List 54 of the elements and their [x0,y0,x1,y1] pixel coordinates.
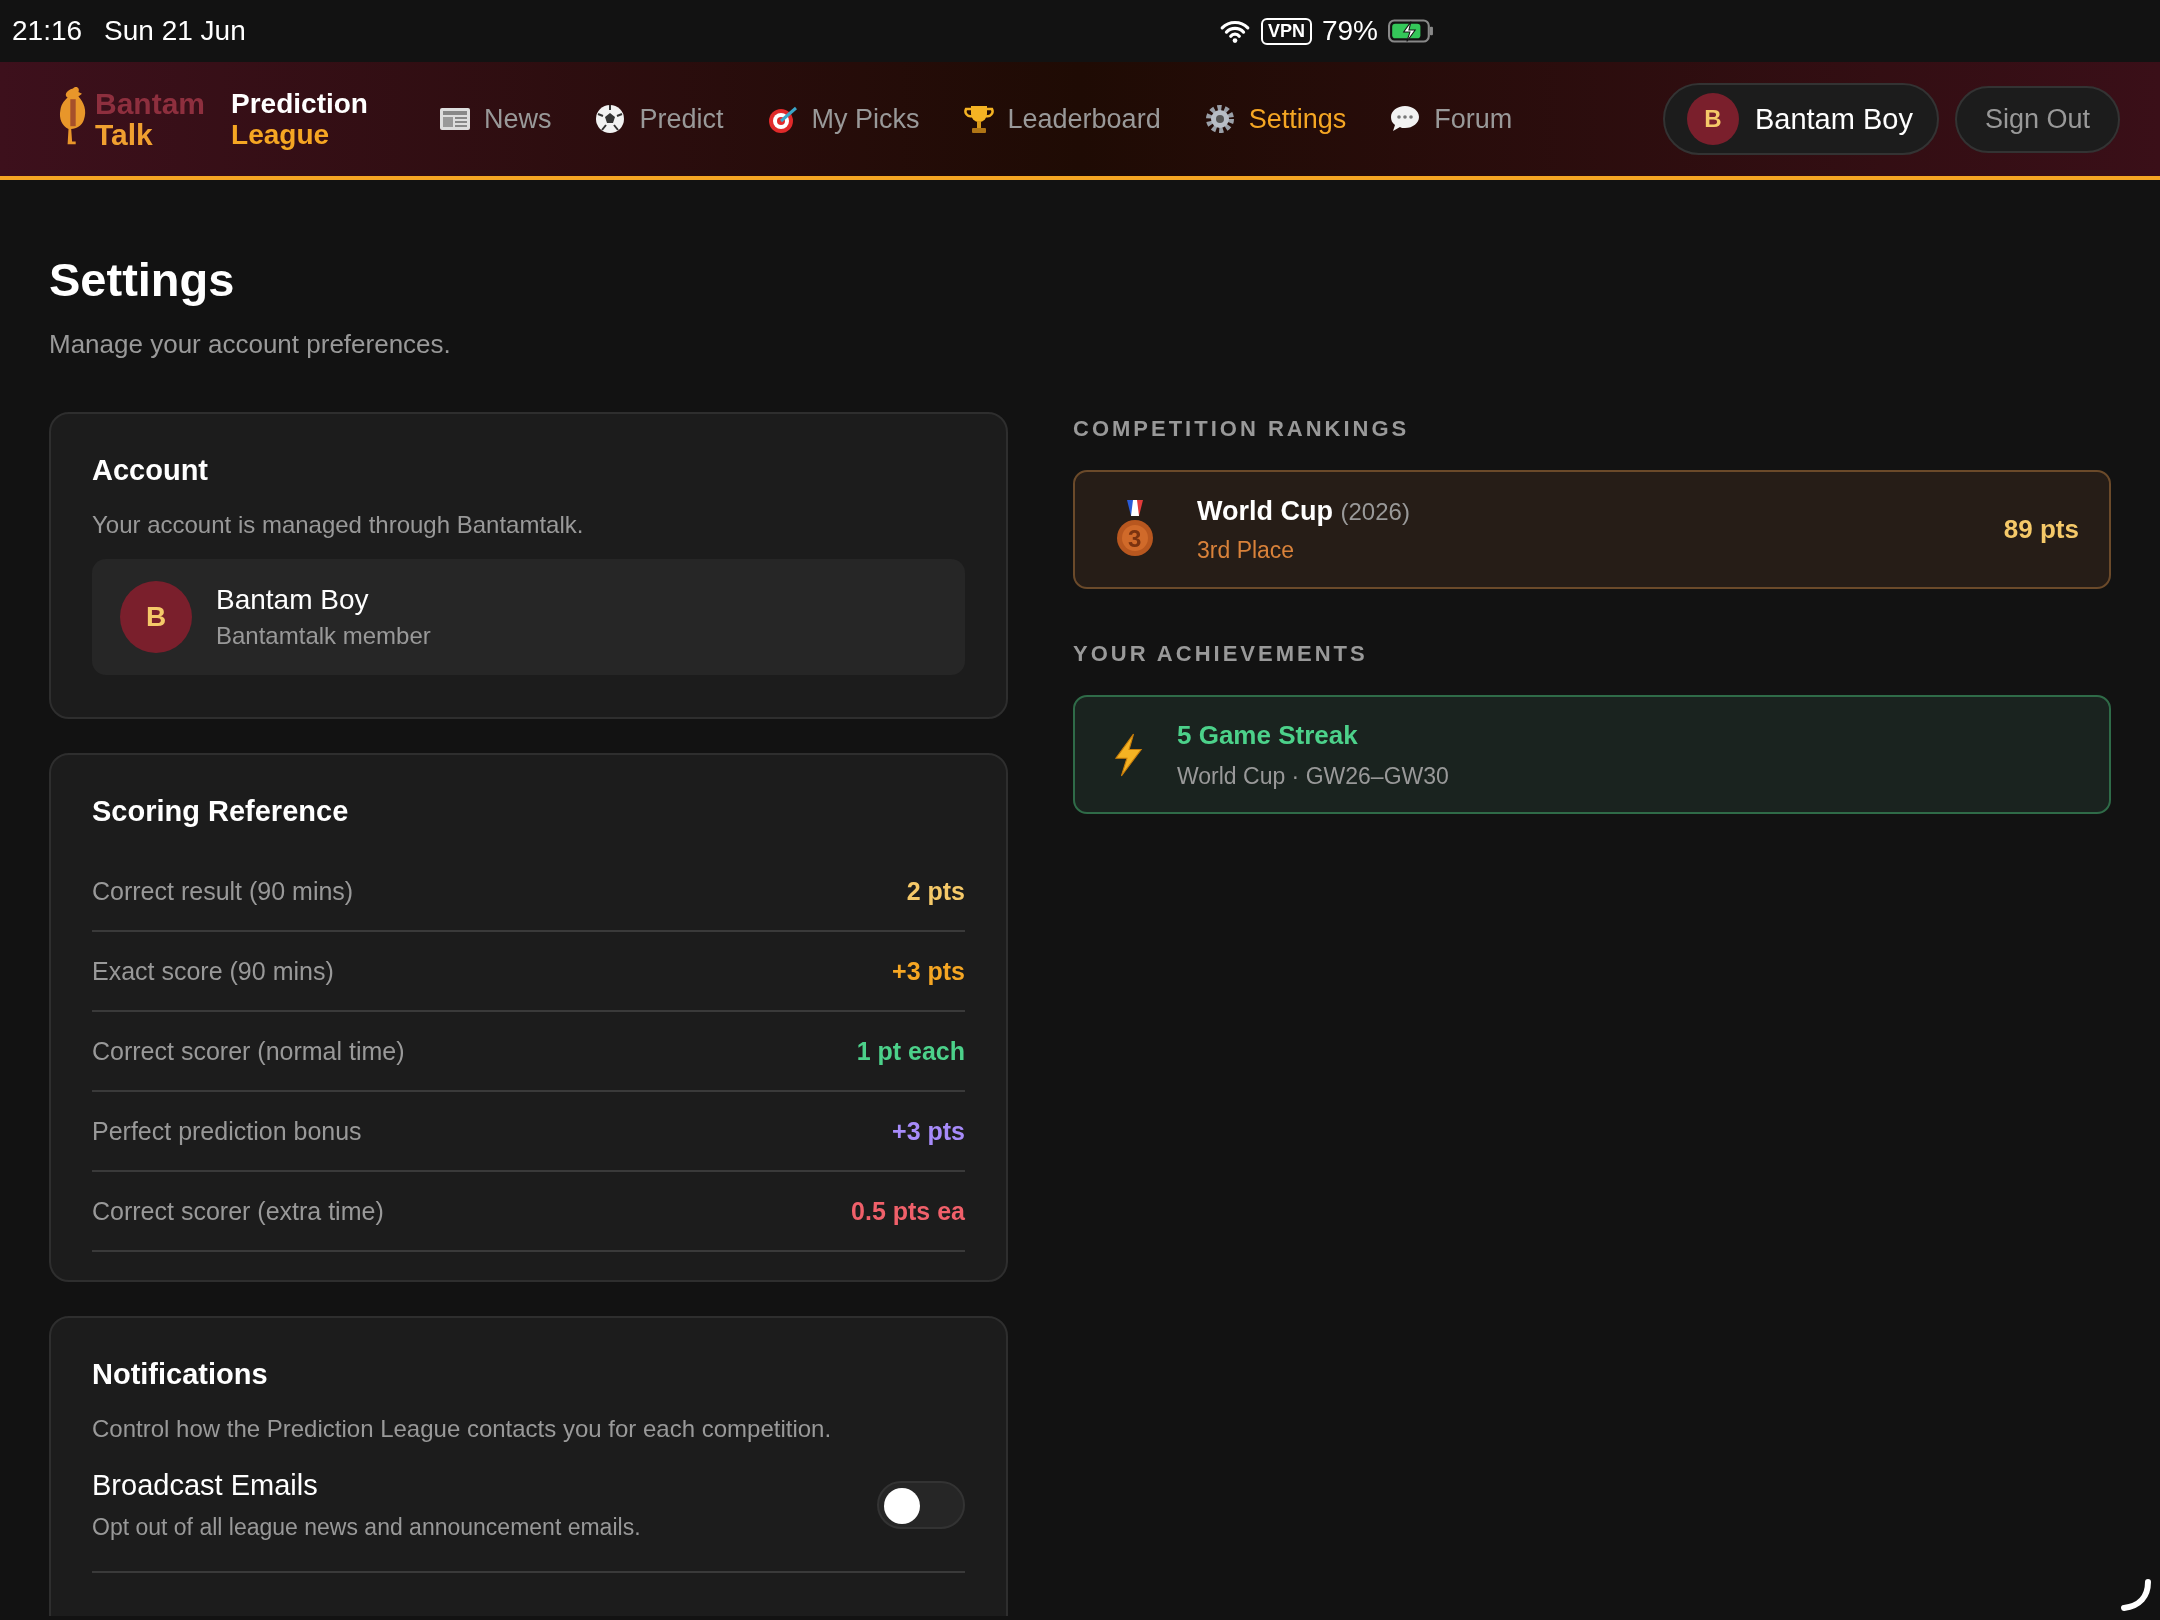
competition-name: World Cup [1197,495,1333,526]
section-heading: YOUR ACHIEVEMENTS [1073,641,1369,667]
achievement-title: 5 Game Streak [1177,719,1359,751]
user-menu-button[interactable]: B Bantam Boy [1662,83,1939,155]
competition-year: (2026) [1340,497,1410,525]
corner-arc-icon [2118,1578,2152,1612]
card-title: Scoring Reference [92,795,350,828]
avatar: B [1686,93,1739,145]
achievement-detail: World Cup · GW26–GW30 [1177,762,1449,790]
status-date: Sun 21 Jun [104,15,246,47]
page-title: Settings [49,252,236,307]
setting-description: Opt out of all league news and announcement emails. [92,1514,641,1541]
nav-link[interactable]: Settings [1187,62,1362,180]
ranking-card[interactable]: 3 World Cup (2026) 3rd Place 89 pts [1073,470,2111,589]
nav-link[interactable]: Leaderboard [946,62,1176,180]
app-title: Prediction [231,88,368,119]
scoring-label: Correct scorer (extra time) [92,1196,384,1226]
medal-number: 3 [1128,524,1142,553]
page-subtitle: Manage your account preferences. [49,329,452,360]
card-title: Account [92,454,209,487]
scoring-label: Correct scorer (normal time) [92,1036,405,1066]
profile-role: Bantamtalk member [216,622,431,650]
section-heading: COMPETITION RANKINGS [1073,416,1411,442]
scoring-label: Correct result (90 mins) [92,876,354,906]
points-value: +3 pts [892,1116,965,1146]
points-value: +3 pts [892,956,965,986]
avatar: B [120,581,192,653]
nav-link[interactable]: News [422,62,567,180]
setting-label: Broadcast Emails [92,1469,319,1502]
sign-out-button[interactable]: Sign Out [1954,85,2120,153]
nav-link[interactable]: Forum [1373,62,1528,180]
ranking-points: 89 pts [2003,514,2079,545]
scoring-label: Perfect prediction bonus [92,1116,362,1146]
logo-text: Bantam [95,88,206,119]
app-title: League [231,119,331,150]
points-value: 0.5 pts ea [851,1196,965,1226]
user-name: Bantam Boy [1754,102,1913,136]
profile-name: Bantam Boy [216,584,370,616]
vpn-badge: VPN [1260,17,1312,45]
card-description: Control how the Prediction League contacts you for each competition. [92,1415,833,1443]
ranking-place: 3rd Place [1197,536,1296,564]
toggle-switch[interactable] [877,1481,965,1529]
nav-link[interactable]: My Picks [750,62,935,180]
points-value: 1 pt each [856,1036,965,1066]
status-time: 21:16 [12,15,83,47]
scoring-label: Exact score (90 mins) [92,956,334,986]
nav-link[interactable]: Predict [578,62,739,180]
card-title: Notifications [92,1358,269,1391]
points-value: 2 pts [906,876,965,906]
wifi-icon [1218,18,1251,44]
battery-icon [1387,18,1434,44]
logo-text: Talk [95,119,154,150]
card-description: Your account is managed through Bantamtalk. [92,511,585,539]
battery-percent: 79% [1321,15,1378,47]
